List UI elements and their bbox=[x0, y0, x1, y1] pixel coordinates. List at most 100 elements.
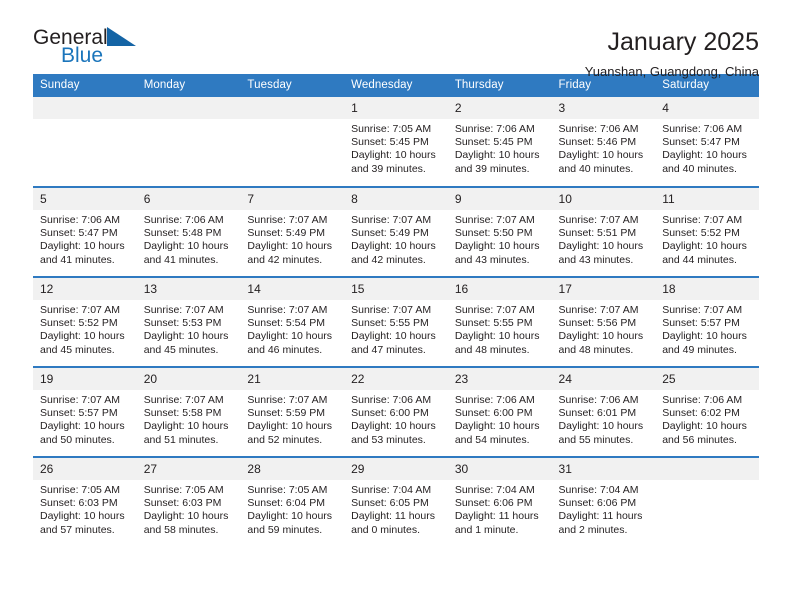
day-number: 2 bbox=[447, 97, 552, 119]
day-cell[interactable]: 14 Sunrise: 7:07 AM Sunset: 5:54 PM Dayli… bbox=[240, 276, 345, 367]
day-details: Sunrise: 7:07 AM Sunset: 5:55 PM Dayligh… bbox=[454, 304, 540, 356]
day-details: Sunrise: 7:06 AM Sunset: 5:45 PM Dayligh… bbox=[454, 123, 540, 175]
day-details: Sunrise: 7:07 AM Sunset: 5:51 PM Dayligh… bbox=[558, 214, 644, 266]
day-details: Sunrise: 7:04 AM Sunset: 6:06 PM Dayligh… bbox=[454, 484, 539, 536]
column-header-thursday: Thursday bbox=[447, 74, 552, 97]
day-number: 5 bbox=[33, 188, 137, 210]
day-cell[interactable]: 3 Sunrise: 7:06 AM Sunset: 5:46 PM Daylig… bbox=[551, 97, 656, 187]
day-number: 15 bbox=[344, 278, 448, 300]
day-details: Sunrise: 7:06 AM Sunset: 6:02 PM Dayligh… bbox=[662, 394, 747, 446]
calendar-week-row: 5 Sunrise: 7:06 AM Sunset: 5:47 PM Daylig… bbox=[33, 186, 759, 277]
page-header: General Blue January 2025 Yuanshan, Guan… bbox=[33, 0, 759, 79]
day-cell[interactable]: 15 Sunrise: 7:07 AM Sunset: 5:55 PM Dayli… bbox=[344, 276, 448, 367]
day-details: Sunrise: 7:07 AM Sunset: 5:49 PM Dayligh… bbox=[247, 214, 333, 266]
day-details: Sunrise: 7:07 AM Sunset: 5:52 PM Dayligh… bbox=[40, 304, 125, 356]
calendar-week-row: 26 Sunrise: 7:05 AM Sunset: 6:03 PM Dayli… bbox=[33, 456, 759, 547]
day-number bbox=[136, 97, 241, 119]
title-block: January 2025 Yuanshan, Guangdong, China bbox=[585, 27, 759, 80]
day-details: Sunrise: 7:05 AM Sunset: 6:03 PM Dayligh… bbox=[40, 484, 125, 536]
day-details: Sunrise: 7:06 AM Sunset: 6:00 PM Dayligh… bbox=[351, 394, 436, 446]
day-number: 12 bbox=[33, 278, 137, 300]
day-number: 9 bbox=[447, 188, 552, 210]
day-cell[interactable]: 17 Sunrise: 7:07 AM Sunset: 5:56 PM Dayli… bbox=[551, 276, 656, 367]
day-cell[interactable] bbox=[240, 97, 345, 187]
day-number: 16 bbox=[447, 278, 552, 300]
day-cell[interactable]: 13 Sunrise: 7:07 AM Sunset: 5:53 PM Dayli… bbox=[136, 276, 241, 367]
day-number: 20 bbox=[136, 368, 241, 390]
day-number: 4 bbox=[655, 97, 759, 119]
day-number: 27 bbox=[136, 458, 241, 480]
day-number: 28 bbox=[240, 458, 345, 480]
day-number: 29 bbox=[344, 458, 448, 480]
day-cell[interactable]: 4 Sunrise: 7:06 AM Sunset: 5:47 PM Daylig… bbox=[655, 97, 759, 187]
day-number bbox=[33, 97, 137, 119]
calendar-week-row: 1 Sunrise: 7:05 AM Sunset: 5:45 PM Daylig… bbox=[33, 97, 759, 187]
page-subtitle: Yuanshan, Guangdong, China bbox=[584, 64, 759, 79]
day-cell[interactable]: 20 Sunrise: 7:07 AM Sunset: 5:58 PM Dayli… bbox=[136, 366, 241, 457]
day-details: Sunrise: 7:07 AM Sunset: 5:57 PM Dayligh… bbox=[662, 304, 747, 356]
brand-logo[interactable]: General Blue bbox=[33, 27, 143, 66]
day-details: Sunrise: 7:06 AM Sunset: 5:48 PM Dayligh… bbox=[143, 214, 229, 266]
day-number: 17 bbox=[551, 278, 656, 300]
day-cell[interactable]: 30 Sunrise: 7:04 AM Sunset: 6:06 PM Dayli… bbox=[447, 456, 552, 547]
day-number bbox=[655, 458, 759, 480]
day-details: Sunrise: 7:05 AM Sunset: 5:45 PM Dayligh… bbox=[351, 123, 436, 175]
day-cell[interactable]: 18 Sunrise: 7:07 AM Sunset: 5:57 PM Dayli… bbox=[655, 276, 759, 367]
day-details: Sunrise: 7:07 AM Sunset: 5:52 PM Dayligh… bbox=[662, 214, 747, 266]
day-number: 25 bbox=[655, 368, 759, 390]
day-cell[interactable]: 23 Sunrise: 7:06 AM Sunset: 6:00 PM Dayli… bbox=[447, 366, 552, 457]
day-number: 1 bbox=[344, 97, 448, 119]
day-cell[interactable]: 6 Sunrise: 7:06 AM Sunset: 5:48 PM Daylig… bbox=[136, 186, 241, 277]
day-cell[interactable]: 28 Sunrise: 7:05 AM Sunset: 6:04 PM Dayli… bbox=[240, 456, 345, 547]
day-cell[interactable]: 24 Sunrise: 7:06 AM Sunset: 6:01 PM Dayli… bbox=[551, 366, 656, 457]
day-number: 31 bbox=[551, 458, 656, 480]
day-details: Sunrise: 7:07 AM Sunset: 5:53 PM Dayligh… bbox=[143, 304, 229, 356]
day-cell[interactable]: 1 Sunrise: 7:05 AM Sunset: 5:45 PM Daylig… bbox=[344, 97, 448, 187]
day-cell[interactable] bbox=[136, 97, 241, 187]
day-cell[interactable]: 10 Sunrise: 7:07 AM Sunset: 5:51 PM Dayli… bbox=[551, 186, 656, 277]
day-details: Sunrise: 7:07 AM Sunset: 5:59 PM Dayligh… bbox=[247, 394, 333, 446]
day-number: 24 bbox=[551, 368, 656, 390]
triangle-icon bbox=[106, 27, 136, 46]
day-number: 7 bbox=[240, 188, 345, 210]
brand-name-blue: Blue bbox=[61, 44, 104, 67]
page-title: January 2025 bbox=[607, 28, 759, 56]
calendar-table: Sunday Monday Tuesday Wednesday Thursday… bbox=[33, 74, 759, 547]
day-cell[interactable]: 29 Sunrise: 7:04 AM Sunset: 6:05 PM Dayli… bbox=[344, 456, 448, 547]
calendar-body: 1 Sunrise: 7:05 AM Sunset: 5:45 PM Daylig… bbox=[33, 97, 759, 547]
calendar-week-row: 19 Sunrise: 7:07 AM Sunset: 5:57 PM Dayli… bbox=[33, 366, 759, 457]
day-number: 23 bbox=[447, 368, 552, 390]
day-cell[interactable]: 26 Sunrise: 7:05 AM Sunset: 6:03 PM Dayli… bbox=[33, 456, 137, 547]
column-header-monday: Monday bbox=[136, 74, 241, 97]
day-cell[interactable]: 22 Sunrise: 7:06 AM Sunset: 6:00 PM Dayli… bbox=[344, 366, 448, 457]
day-details bbox=[137, 119, 241, 123]
day-details: Sunrise: 7:05 AM Sunset: 6:04 PM Dayligh… bbox=[247, 484, 333, 536]
day-cell[interactable]: 31 Sunrise: 7:04 AM Sunset: 6:06 PM Dayli… bbox=[551, 456, 656, 547]
day-cell[interactable]: 27 Sunrise: 7:05 AM Sunset: 6:03 PM Dayli… bbox=[136, 456, 241, 547]
day-cell[interactable] bbox=[655, 456, 759, 547]
day-details: Sunrise: 7:07 AM Sunset: 5:56 PM Dayligh… bbox=[558, 304, 644, 356]
day-cell[interactable]: 12 Sunrise: 7:07 AM Sunset: 5:52 PM Dayli… bbox=[33, 276, 137, 367]
day-details: Sunrise: 7:07 AM Sunset: 5:57 PM Dayligh… bbox=[40, 394, 125, 446]
day-cell[interactable]: 7 Sunrise: 7:07 AM Sunset: 5:49 PM Daylig… bbox=[240, 186, 345, 277]
day-cell[interactable]: 5 Sunrise: 7:06 AM Sunset: 5:47 PM Daylig… bbox=[33, 186, 137, 277]
day-details: Sunrise: 7:07 AM Sunset: 5:50 PM Dayligh… bbox=[454, 214, 540, 266]
day-number: 10 bbox=[551, 188, 656, 210]
column-header-tuesday: Tuesday bbox=[240, 74, 345, 97]
day-cell[interactable]: 21 Sunrise: 7:07 AM Sunset: 5:59 PM Dayli… bbox=[240, 366, 345, 457]
day-cell[interactable] bbox=[33, 97, 137, 187]
day-cell[interactable]: 16 Sunrise: 7:07 AM Sunset: 5:55 PM Dayli… bbox=[447, 276, 552, 367]
day-details: Sunrise: 7:06 AM Sunset: 5:46 PM Dayligh… bbox=[558, 123, 644, 175]
day-cell[interactable]: 25 Sunrise: 7:06 AM Sunset: 6:02 PM Dayli… bbox=[655, 366, 759, 457]
day-cell[interactable]: 9 Sunrise: 7:07 AM Sunset: 5:50 PM Daylig… bbox=[447, 186, 552, 277]
day-details: Sunrise: 7:07 AM Sunset: 5:58 PM Dayligh… bbox=[143, 394, 229, 446]
day-details: Sunrise: 7:07 AM Sunset: 5:54 PM Dayligh… bbox=[247, 304, 333, 356]
day-number bbox=[240, 97, 345, 119]
column-header-sunday: Sunday bbox=[33, 74, 137, 97]
day-number: 26 bbox=[33, 458, 137, 480]
day-cell[interactable]: 19 Sunrise: 7:07 AM Sunset: 5:57 PM Dayli… bbox=[33, 366, 137, 457]
day-cell[interactable]: 8 Sunrise: 7:07 AM Sunset: 5:49 PM Daylig… bbox=[344, 186, 448, 277]
day-number: 18 bbox=[655, 278, 759, 300]
day-cell[interactable]: 11 Sunrise: 7:07 AM Sunset: 5:52 PM Dayli… bbox=[655, 186, 759, 277]
day-cell[interactable]: 2 Sunrise: 7:06 AM Sunset: 5:45 PM Daylig… bbox=[447, 97, 552, 187]
